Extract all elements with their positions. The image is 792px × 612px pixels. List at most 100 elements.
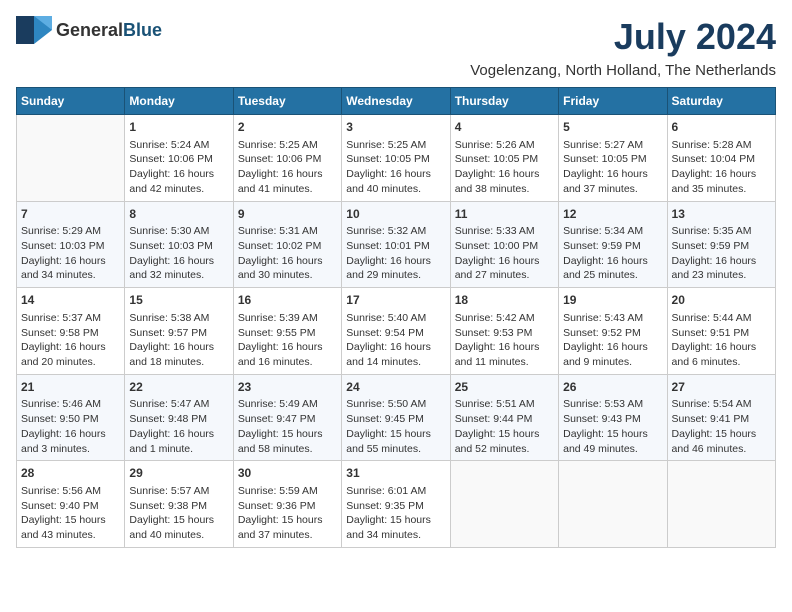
- day-number: 22: [129, 379, 228, 396]
- calendar-day-cell: 2Sunrise: 5:25 AM Sunset: 10:06 PM Dayli…: [233, 115, 341, 202]
- day-info: Sunrise: 5:53 AM Sunset: 9:43 PM Dayligh…: [563, 397, 662, 456]
- day-info: Sunrise: 5:57 AM Sunset: 9:38 PM Dayligh…: [129, 484, 228, 543]
- calendar-day-cell: [17, 115, 125, 202]
- day-of-week-header: Saturday: [667, 88, 775, 115]
- logo: GeneralBlue: [16, 16, 162, 44]
- day-number: 19: [563, 292, 662, 309]
- calendar-day-cell: 1Sunrise: 5:24 AM Sunset: 10:06 PM Dayli…: [125, 115, 233, 202]
- day-of-week-header: Thursday: [450, 88, 558, 115]
- calendar-week-row: 28Sunrise: 5:56 AM Sunset: 9:40 PM Dayli…: [17, 461, 776, 548]
- calendar-day-cell: 11Sunrise: 5:33 AM Sunset: 10:00 PM Dayl…: [450, 201, 558, 288]
- calendar-day-cell: 20 Sunrise: 5:44 AM Sunset: 9:51 PM Dayli…: [667, 288, 775, 375]
- logo-icon: [16, 16, 52, 44]
- calendar-week-row: 7Sunrise: 5:29 AM Sunset: 10:03 PM Dayli…: [17, 201, 776, 288]
- day-number: 26: [563, 379, 662, 396]
- day-info: Sunrise: 5:31 AM Sunset: 10:02 PM Daylig…: [238, 224, 337, 283]
- day-info: Sunrise: 5:24 AM Sunset: 10:06 PM Daylig…: [129, 138, 228, 197]
- calendar-day-cell: 15Sunrise: 5:38 AM Sunset: 9:57 PM Dayli…: [125, 288, 233, 375]
- calendar-week-row: 1Sunrise: 5:24 AM Sunset: 10:06 PM Dayli…: [17, 115, 776, 202]
- day-number: 13: [672, 206, 771, 223]
- day-info: Sunrise: 5:46 AM Sunset: 9:50 PM Dayligh…: [21, 397, 120, 456]
- day-info: Sunrise: 5:30 AM Sunset: 10:03 PM Daylig…: [129, 224, 228, 283]
- calendar-day-cell: 14 Sunrise: 5:37 AM Sunset: 9:58 PM Dayli…: [17, 288, 125, 375]
- calendar-day-cell: 6 Sunrise: 5:28 AM Sunset: 10:04 PM Dayli…: [667, 115, 775, 202]
- calendar-day-cell: 31 Sunrise: 6:01 AM Sunset: 9:35 PM Dayli…: [342, 461, 450, 548]
- calendar-day-cell: 22Sunrise: 5:47 AM Sunset: 9:48 PM Dayli…: [125, 374, 233, 461]
- day-number: 14: [21, 292, 120, 309]
- calendar-day-cell: 17Sunrise: 5:40 AM Sunset: 9:54 PM Dayli…: [342, 288, 450, 375]
- calendar-day-cell: 16Sunrise: 5:39 AM Sunset: 9:55 PM Dayli…: [233, 288, 341, 375]
- day-number: 18: [455, 292, 554, 309]
- calendar-day-cell: 8Sunrise: 5:30 AM Sunset: 10:03 PM Dayli…: [125, 201, 233, 288]
- day-number: 28: [21, 465, 120, 482]
- day-info: Sunrise: 5:37 AM Sunset: 9:58 PM Dayligh…: [21, 311, 120, 370]
- day-info: Sunrise: 5:33 AM Sunset: 10:00 PM Daylig…: [455, 224, 554, 283]
- day-info: Sunrise: 5:28 AM Sunset: 10:04 PM Daylig…: [672, 138, 771, 197]
- day-of-week-header: Wednesday: [342, 88, 450, 115]
- calendar-day-cell: 27Sunrise: 5:54 AM Sunset: 9:41 PM Dayli…: [667, 374, 775, 461]
- day-info: Sunrise: 5:43 AM Sunset: 9:52 PM Dayligh…: [563, 311, 662, 370]
- day-info: Sunrise: 5:51 AM Sunset: 9:44 PM Dayligh…: [455, 397, 554, 456]
- day-number: 3: [346, 119, 445, 136]
- location: Vogelenzang, North Holland, The Netherla…: [16, 62, 776, 79]
- day-info: Sunrise: 5:42 AM Sunset: 9:53 PM Dayligh…: [455, 311, 554, 370]
- calendar-header-row: SundayMondayTuesdayWednesdayThursdayFrid…: [17, 88, 776, 115]
- calendar-day-cell: [667, 461, 775, 548]
- day-info: Sunrise: 5:26 AM Sunset: 10:05 PM Daylig…: [455, 138, 554, 197]
- day-number: 9: [238, 206, 337, 223]
- day-number: 7: [21, 206, 120, 223]
- day-number: 27: [672, 379, 771, 396]
- day-info: Sunrise: 5:47 AM Sunset: 9:48 PM Dayligh…: [129, 397, 228, 456]
- calendar-day-cell: 21Sunrise: 5:46 AM Sunset: 9:50 PM Dayli…: [17, 374, 125, 461]
- day-number: 20: [672, 292, 771, 309]
- day-number: 11: [455, 206, 554, 223]
- logo-general: General: [56, 20, 123, 40]
- day-of-week-header: Sunday: [17, 88, 125, 115]
- calendar-day-cell: 23Sunrise: 5:49 AM Sunset: 9:47 PM Dayli…: [233, 374, 341, 461]
- calendar-day-cell: 26Sunrise: 5:53 AM Sunset: 9:43 PM Dayli…: [559, 374, 667, 461]
- day-info: Sunrise: 5:29 AM Sunset: 10:03 PM Daylig…: [21, 224, 120, 283]
- day-info: Sunrise: 5:49 AM Sunset: 9:47 PM Dayligh…: [238, 397, 337, 456]
- calendar-day-cell: 4Sunrise: 5:26 AM Sunset: 10:05 PM Dayli…: [450, 115, 558, 202]
- calendar-week-row: 14 Sunrise: 5:37 AM Sunset: 9:58 PM Dayli…: [17, 288, 776, 375]
- calendar-day-cell: 28Sunrise: 5:56 AM Sunset: 9:40 PM Dayli…: [17, 461, 125, 548]
- day-number: 30: [238, 465, 337, 482]
- calendar-day-cell: 30 Sunrise: 5:59 AM Sunset: 9:36 PM Dayli…: [233, 461, 341, 548]
- calendar-day-cell: [559, 461, 667, 548]
- day-number: 15: [129, 292, 228, 309]
- day-info: Sunrise: 5:25 AM Sunset: 10:06 PM Daylig…: [238, 138, 337, 197]
- day-info: Sunrise: 5:35 AM Sunset: 9:59 PM Dayligh…: [672, 224, 771, 283]
- day-number: 31: [346, 465, 445, 482]
- day-number: 12: [563, 206, 662, 223]
- day-info: Sunrise: 5:32 AM Sunset: 10:01 PM Daylig…: [346, 224, 445, 283]
- calendar-day-cell: 3 Sunrise: 5:25 AM Sunset: 10:05 PM Dayli…: [342, 115, 450, 202]
- calendar-week-row: 21Sunrise: 5:46 AM Sunset: 9:50 PM Dayli…: [17, 374, 776, 461]
- day-info: Sunrise: 6:01 AM Sunset: 9:35 PM Dayligh…: [346, 484, 445, 543]
- calendar-body: 1Sunrise: 5:24 AM Sunset: 10:06 PM Dayli…: [17, 115, 776, 548]
- calendar-day-cell: 18 Sunrise: 5:42 AM Sunset: 9:53 PM Dayli…: [450, 288, 558, 375]
- calendar-day-cell: 25Sunrise: 5:51 AM Sunset: 9:44 PM Dayli…: [450, 374, 558, 461]
- day-info: Sunrise: 5:50 AM Sunset: 9:45 PM Dayligh…: [346, 397, 445, 456]
- day-number: 24: [346, 379, 445, 396]
- calendar-day-cell: 29 Sunrise: 5:57 AM Sunset: 9:38 PM Dayli…: [125, 461, 233, 548]
- day-info: Sunrise: 5:59 AM Sunset: 9:36 PM Dayligh…: [238, 484, 337, 543]
- logo-blue: Blue: [123, 20, 162, 40]
- day-of-week-header: Monday: [125, 88, 233, 115]
- day-of-week-header: Friday: [559, 88, 667, 115]
- calendar-day-cell: [450, 461, 558, 548]
- day-info: Sunrise: 5:40 AM Sunset: 9:54 PM Dayligh…: [346, 311, 445, 370]
- day-info: Sunrise: 5:25 AM Sunset: 10:05 PM Daylig…: [346, 138, 445, 197]
- day-number: 6: [672, 119, 771, 136]
- day-number: 10: [346, 206, 445, 223]
- day-number: 23: [238, 379, 337, 396]
- calendar-day-cell: 13Sunrise: 5:35 AM Sunset: 9:59 PM Dayli…: [667, 201, 775, 288]
- day-info: Sunrise: 5:39 AM Sunset: 9:55 PM Dayligh…: [238, 311, 337, 370]
- day-info: Sunrise: 5:27 AM Sunset: 10:05 PM Daylig…: [563, 138, 662, 197]
- day-info: Sunrise: 5:54 AM Sunset: 9:41 PM Dayligh…: [672, 397, 771, 456]
- calendar-day-cell: 10Sunrise: 5:32 AM Sunset: 10:01 PM Dayl…: [342, 201, 450, 288]
- day-info: Sunrise: 5:44 AM Sunset: 9:51 PM Dayligh…: [672, 311, 771, 370]
- day-number: 29: [129, 465, 228, 482]
- calendar-day-cell: 19 Sunrise: 5:43 AM Sunset: 9:52 PM Dayli…: [559, 288, 667, 375]
- calendar-table: SundayMondayTuesdayWednesdayThursdayFrid…: [16, 87, 776, 548]
- calendar-day-cell: 7Sunrise: 5:29 AM Sunset: 10:03 PM Dayli…: [17, 201, 125, 288]
